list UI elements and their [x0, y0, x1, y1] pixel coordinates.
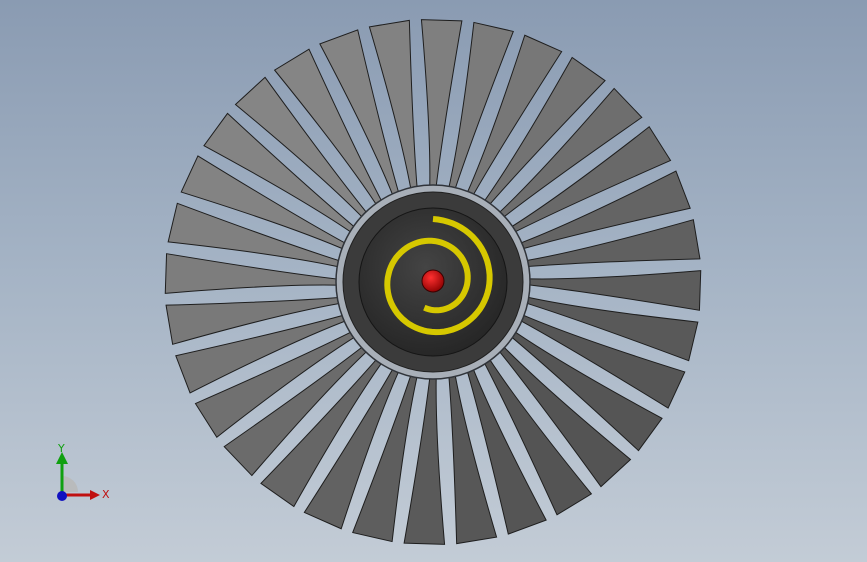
spinner-center-dot — [421, 269, 445, 293]
z-axis-dot — [57, 491, 67, 501]
graphics-viewport[interactable]: Y X — [0, 0, 867, 562]
fan-model[interactable] — [0, 0, 867, 562]
hub — [335, 184, 531, 380]
y-axis-label: Y — [57, 442, 65, 455]
reference-triad: Y X — [56, 442, 110, 501]
x-axis-arrowhead — [90, 490, 100, 500]
x-axis-label: X — [102, 488, 110, 501]
triad-plane-icon — [62, 476, 78, 492]
